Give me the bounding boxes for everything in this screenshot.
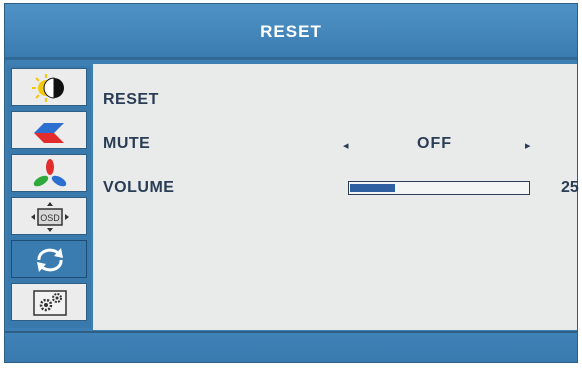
volume-value: 25 (561, 179, 579, 196)
tab-settings[interactable] (11, 283, 87, 321)
tab-brightness[interactable] (11, 68, 87, 106)
osd-setup-icon: OSD (31, 202, 69, 232)
mute-value: OFF (417, 135, 452, 152)
title-bar: RESET (5, 4, 577, 60)
brightness-contrast-icon (32, 74, 64, 102)
menu-content: RESET MUTE ◂ OFF ▸ VOLUME 25 (93, 64, 579, 330)
tab-color[interactable] (11, 154, 87, 192)
tab-reset[interactable] (11, 240, 87, 278)
menu-item-mute[interactable]: MUTE (103, 135, 150, 153)
settings-gears-icon (33, 290, 67, 316)
mute-right-arrow-icon[interactable]: ▸ (525, 139, 531, 152)
osd-menu: RESET OSD RESET MUTE ◂ OFF ▸ VOLUME 25 (4, 3, 579, 363)
sidebar: OSD (7, 66, 91, 328)
tab-image[interactable] (11, 111, 87, 149)
mute-left-arrow-icon[interactable]: ◂ (343, 139, 349, 152)
volume-slider-fill (350, 184, 395, 192)
svg-text:OSD: OSD (40, 213, 60, 223)
menu-item-volume[interactable]: VOLUME (103, 179, 174, 197)
tab-osd[interactable]: OSD (11, 197, 87, 235)
menu-title: RESET (260, 22, 322, 41)
color-icon (33, 159, 67, 187)
image-setup-icon (34, 123, 64, 143)
reset-icon (37, 248, 63, 272)
menu-item-reset[interactable]: RESET (103, 91, 159, 109)
bottom-bar (5, 331, 577, 362)
volume-slider[interactable] (348, 181, 530, 195)
